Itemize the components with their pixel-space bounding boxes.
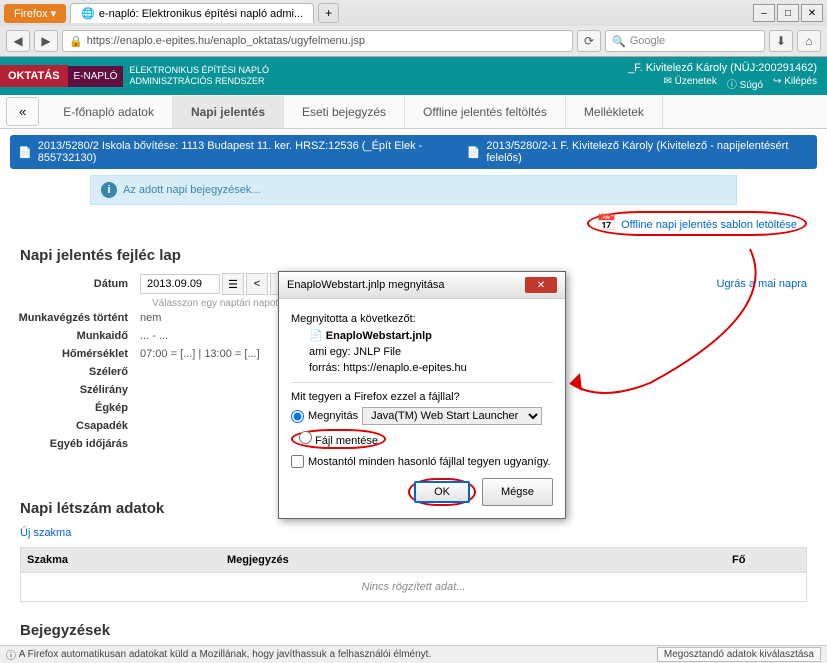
cancel-button[interactable]: Mégse	[482, 478, 553, 506]
new-tab-button[interactable]: +	[318, 3, 339, 23]
forward-button[interactable]: ▶	[34, 30, 58, 52]
home-button[interactable]: ⌂	[797, 30, 821, 52]
reload-button[interactable]: ⟳	[577, 30, 601, 52]
badge-oktatas: OKTATÁS	[0, 65, 68, 87]
search-box[interactable]: 🔍 Google	[605, 30, 765, 52]
header-subtitle-2: ADMINISZTRÁCIÓS RENDSZER	[129, 76, 269, 87]
url-text: https://enaplo.e-epites.hu/enaplo_oktata…	[87, 35, 365, 47]
context-bar: 2013/5280/2 Iskola bővítése: 1113 Budape…	[10, 135, 817, 169]
logout-link[interactable]: ↪ Kilépés	[773, 76, 817, 91]
new-szakma-link[interactable]: Új szakma	[0, 523, 91, 543]
sky-label: Égkép	[0, 402, 140, 414]
badge-enaplo: E-NAPLÓ	[68, 66, 124, 87]
window-close-button[interactable]: ✕	[801, 4, 823, 22]
remember-checkbox[interactable]	[291, 455, 304, 468]
work-done-label: Munkavégzés történt	[0, 312, 140, 324]
calendar-icon: 📅	[597, 215, 617, 232]
browser-tab[interactable]: 🌐 e-napló: Elektronikus építési napló ad…	[70, 3, 314, 23]
dialog-title: EnaploWebstart.jnlp megnyitása	[287, 279, 445, 291]
worktime-value: ... - ...	[140, 330, 168, 342]
globe-icon: 🌐	[81, 7, 95, 20]
downloads-button[interactable]: ⬇	[769, 30, 793, 52]
info-icon: ⓘ	[6, 647, 16, 662]
tab-eseti[interactable]: Eseti bejegyzés	[284, 96, 405, 128]
other-weather-label: Egyéb időjárás	[0, 438, 140, 450]
section-header-bejegyzesek: Bejegyzések	[0, 616, 827, 645]
window-max-button[interactable]: □	[777, 4, 799, 22]
wind-dir-label: Szélirány	[0, 384, 140, 396]
app-header: OKTATÁS E-NAPLÓ ELEKTRONIKUS ÉPÍTÉSI NAP…	[0, 57, 827, 95]
offline-template-link[interactable]: Offline napi jelentés sablon letöltése	[621, 219, 797, 231]
prev-day-button[interactable]: <	[246, 273, 268, 295]
lock-icon: 🔒	[69, 35, 83, 48]
info-icon: i	[101, 182, 117, 198]
header-subtitle-1: ELEKTRONIKUS ÉPÍTÉSI NAPLÓ	[129, 65, 269, 76]
window-min-button[interactable]: –	[753, 4, 775, 22]
ok-button[interactable]: OK	[414, 481, 470, 503]
open-with-select[interactable]: Java(TM) Web Start Launcher (alapértelme…	[362, 407, 542, 425]
wind-strength-label: Szélerő	[0, 366, 140, 378]
google-icon: 🔍	[612, 35, 626, 48]
save-file-radio[interactable]	[299, 431, 312, 444]
table-szakma-head: Szakma Megjegyzés Fő	[20, 547, 807, 573]
tab-offline[interactable]: Offline jelentés feltöltés	[405, 96, 566, 128]
temp-value: 07:00 = [...] | 13:00 = [...]	[140, 348, 260, 360]
doc-icon	[467, 146, 481, 159]
dialog-close-button[interactable]: ✕	[525, 277, 557, 293]
info-strip: i Az adott napi bejegyzések...	[90, 175, 737, 205]
dialog-question: Mit tegyen a Firefox ezzel a fájllal?	[291, 391, 553, 403]
help-link[interactable]: ⓘ Súgó	[727, 76, 763, 91]
table-szakma-empty: Nincs rögzített adat...	[20, 573, 807, 602]
address-bar[interactable]: 🔒 https://enaplo.e-epites.hu/enaplo_okta…	[62, 30, 573, 52]
work-done-value: nem	[140, 312, 161, 324]
firefox-menu-button[interactable]: Firefox ▾	[4, 4, 66, 23]
doc-icon	[18, 146, 32, 159]
collapse-button[interactable]: «	[6, 97, 39, 126]
temp-label: Hőmérséklet	[0, 348, 140, 360]
dialog-opened-text: Megnyitotta a következőt:	[291, 313, 553, 325]
tab-mellekletek[interactable]: Mellékletek	[566, 96, 663, 128]
section-header-fejlec: Napi jelentés fejléc lap	[0, 241, 827, 270]
worktime-label: Munkaidő	[0, 330, 140, 342]
tab-napi-jelentes[interactable]: Napi jelentés	[173, 96, 284, 128]
user-name: _F. Kivitelező Károly (NÜJ:200291462)	[628, 62, 817, 74]
jnlp-icon: 📄	[309, 330, 323, 342]
jump-today-link[interactable]: Ugrás a mai napra	[717, 278, 808, 290]
open-with-radio[interactable]	[291, 410, 304, 423]
download-dialog: EnaploWebstart.jnlp megnyitása ✕ Megnyit…	[278, 271, 566, 519]
dialog-filename: EnaploWebstart.jnlp	[326, 330, 432, 342]
calendar-button[interactable]: ☰	[222, 273, 244, 295]
messages-link[interactable]: ✉ Üzenetek	[663, 76, 716, 91]
precip-label: Csapadék	[0, 420, 140, 432]
status-choose-button[interactable]: Megosztandó adatok kiválasztása	[657, 647, 821, 662]
main-tabs: « E-főnapló adatok Napi jelentés Eseti b…	[0, 95, 827, 129]
status-bar: ⓘ A Firefox automatikusan adatokat küld …	[0, 645, 827, 663]
date-label: Dátum	[0, 278, 140, 290]
tab-fonaplo[interactable]: E-főnapló adatok	[45, 96, 173, 128]
tab-title: e-napló: Elektronikus építési napló admi…	[99, 8, 303, 20]
back-button[interactable]: ◀	[6, 30, 30, 52]
date-input[interactable]	[140, 274, 220, 294]
